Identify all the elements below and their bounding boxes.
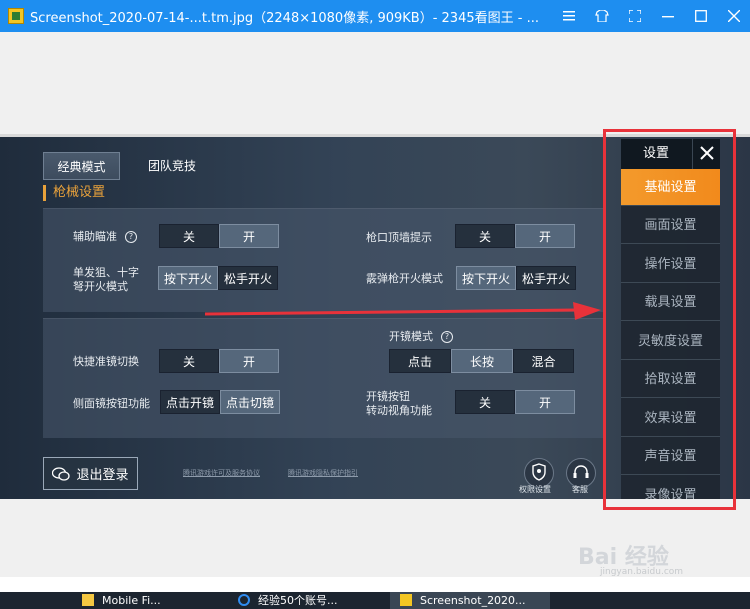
image-viewer-icon: [400, 594, 412, 606]
single-fire-label-line1: 单发狙、十字: [73, 266, 139, 279]
minimize-icon[interactable]: [651, 0, 684, 32]
muzzle-hint-toggle: 关 开: [455, 224, 575, 248]
quick-scope-off[interactable]: 关: [159, 349, 219, 373]
taskbar: Mobile Fi... 经验50个账号... Screenshot_2020.…: [0, 592, 750, 609]
help-icon[interactable]: ?: [441, 331, 453, 343]
muzzle-hint-on[interactable]: 开: [515, 224, 575, 248]
aim-assist-off[interactable]: 关: [159, 224, 219, 248]
help-icon[interactable]: ?: [125, 231, 137, 243]
taskbar-item-label: Mobile Fi...: [102, 594, 161, 607]
scope-mode-tap[interactable]: 点击: [389, 349, 451, 373]
quick-scope-label: 快捷准镜切换: [73, 355, 139, 368]
single-fire-toggle: 按下开火 松手开火: [158, 266, 278, 290]
skin-icon[interactable]: [585, 0, 618, 32]
browser-icon: [238, 594, 250, 606]
shield-location-icon: [531, 462, 547, 484]
taskbar-item-folder[interactable]: Mobile Fi...: [82, 592, 161, 609]
shotgun-fire-label: 霰弹枪开火模式: [366, 272, 443, 285]
maximize-icon[interactable]: [684, 0, 717, 32]
scope-mode-selector: 点击 长按 混合: [389, 349, 574, 373]
scope-mode-label: 开镜模式?: [389, 330, 453, 344]
scope-view-off[interactable]: 关: [455, 390, 515, 414]
side-scope-open[interactable]: 点击开镜: [160, 390, 220, 414]
taskbar-item-viewer[interactable]: Screenshot_2020...: [390, 592, 550, 609]
tab-team-battle[interactable]: 团队竞技: [142, 152, 202, 180]
close-icon[interactable]: [717, 0, 750, 32]
taskbar-item-browser[interactable]: 经验50个账号...: [238, 592, 338, 609]
window-title: Screenshot_2020-07-14-...t.tm.jpg（2248×1…: [30, 10, 539, 26]
aim-assist-text: 辅助瞄准: [73, 230, 117, 243]
scope-view-label-line2: 转动视角功能: [366, 404, 432, 417]
title-bar: Screenshot_2020-07-14-...t.tm.jpg（2248×1…: [0, 0, 750, 32]
red-highlight-box: [603, 129, 736, 510]
scope-view-label: 开镜按钮 转动视角功能: [366, 390, 432, 418]
scope-settings-panel: [43, 318, 603, 438]
single-fire-release[interactable]: 松手开火: [218, 266, 278, 290]
scope-view-label-line1: 开镜按钮: [366, 390, 410, 403]
aim-assist-on[interactable]: 开: [219, 224, 279, 248]
headset-icon: [572, 464, 590, 483]
taskbar-item-label: Screenshot_2020...: [420, 594, 526, 607]
scope-mode-mixed[interactable]: 混合: [513, 349, 574, 373]
quick-scope-on[interactable]: 开: [219, 349, 279, 373]
scope-view-on[interactable]: 开: [515, 390, 575, 414]
menu-icon[interactable]: [552, 0, 585, 32]
wechat-icon: [52, 466, 71, 481]
taskbar-item-label: 经验50个账号...: [258, 594, 338, 607]
single-fire-press[interactable]: 按下开火: [158, 266, 218, 290]
muzzle-hint-off[interactable]: 关: [455, 224, 515, 248]
side-scope-switch[interactable]: 点击切镜: [220, 390, 280, 414]
logout-label: 退出登录: [76, 468, 129, 483]
logout-button[interactable]: 退出登录: [43, 457, 138, 490]
red-arrow-annotation: [205, 302, 601, 320]
side-scope-label: 侧面镜按钮功能: [73, 397, 150, 410]
single-fire-label: 单发狙、十字 弩开火模式: [73, 266, 139, 294]
baidu-watermark-url: jingyan.baidu.com: [600, 567, 684, 577]
section-title: 枪械设置: [43, 185, 105, 201]
muzzle-hint-label: 枪口顶墙提示: [366, 231, 432, 244]
permission-label: 权限设置: [519, 485, 551, 494]
license-link[interactable]: 腾讯游戏许可及服务协议: [183, 468, 260, 478]
scope-view-toggle: 关 开: [455, 390, 575, 414]
quick-scope-toggle: 关 开: [159, 349, 279, 373]
scope-mode-hold[interactable]: 长按: [451, 349, 513, 373]
privacy-link[interactable]: 腾讯游戏隐私保护指引: [288, 468, 358, 478]
aim-assist-toggle: 关 开: [159, 224, 279, 248]
side-scope-toggle: 点击开镜 点击切镜: [160, 390, 280, 414]
app-icon: [8, 8, 24, 24]
shotgun-fire-toggle: 按下开火 松手开火: [456, 266, 576, 290]
folder-icon: [82, 594, 94, 606]
aim-assist-label: 辅助瞄准?: [73, 230, 137, 244]
single-fire-label-line2: 弩开火模式: [73, 280, 128, 293]
window-controls: [552, 0, 750, 32]
tab-classic-mode[interactable]: 经典模式: [43, 152, 120, 180]
scope-mode-text: 开镜模式: [389, 330, 433, 343]
shotgun-fire-press[interactable]: 按下开火: [456, 266, 516, 290]
fullscreen-icon[interactable]: [618, 0, 651, 32]
support-label: 客服: [572, 485, 588, 494]
shotgun-fire-release[interactable]: 松手开火: [516, 266, 576, 290]
